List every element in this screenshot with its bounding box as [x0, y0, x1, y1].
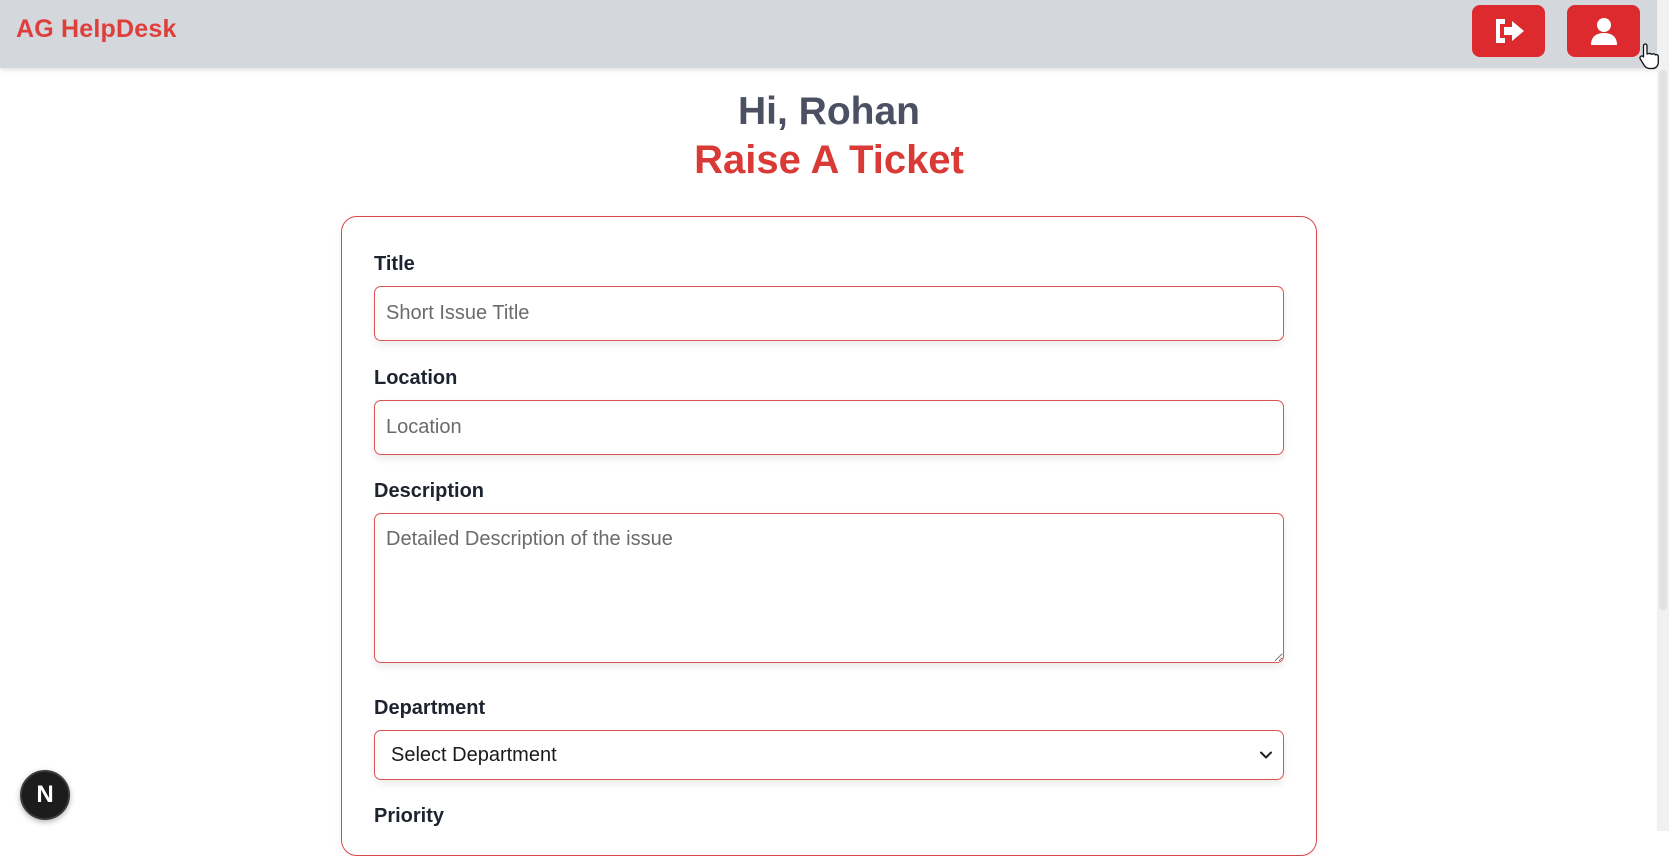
scrollbar-thumb[interactable]: [1659, 70, 1667, 610]
nextjs-dev-badge[interactable]: N: [20, 770, 70, 820]
department-select[interactable]: Select Department: [374, 730, 1284, 780]
location-label: Location: [374, 367, 458, 389]
top-navbar: AG HelpDesk: [0, 0, 1669, 68]
greeting-text: Hi, Rohan: [738, 90, 920, 133]
page-scrollbar[interactable]: [1657, 0, 1669, 831]
profile-button[interactable]: [1567, 5, 1640, 57]
page-title: Raise A Ticket: [694, 138, 964, 182]
logout-button[interactable]: [1472, 5, 1545, 57]
title-label: Title: [374, 253, 415, 275]
description-label: Description: [374, 480, 485, 502]
chevron-down-icon: [1260, 751, 1272, 759]
hand-cursor-icon: [1639, 43, 1659, 70]
department-label: Department: [374, 697, 486, 719]
raise-ticket-form: Title Location Description Department Se…: [341, 216, 1317, 856]
sign-out-icon: [1495, 19, 1524, 43]
brand-logo-text[interactable]: AG HelpDesk: [16, 15, 177, 44]
user-icon: [1590, 18, 1617, 45]
title-input[interactable]: [374, 286, 1284, 341]
location-input[interactable]: [374, 400, 1284, 455]
department-selected-value: Select Department: [391, 744, 557, 766]
description-textarea[interactable]: [374, 513, 1284, 663]
nextjs-icon: N: [36, 781, 54, 808]
priority-label: Priority: [374, 805, 445, 827]
